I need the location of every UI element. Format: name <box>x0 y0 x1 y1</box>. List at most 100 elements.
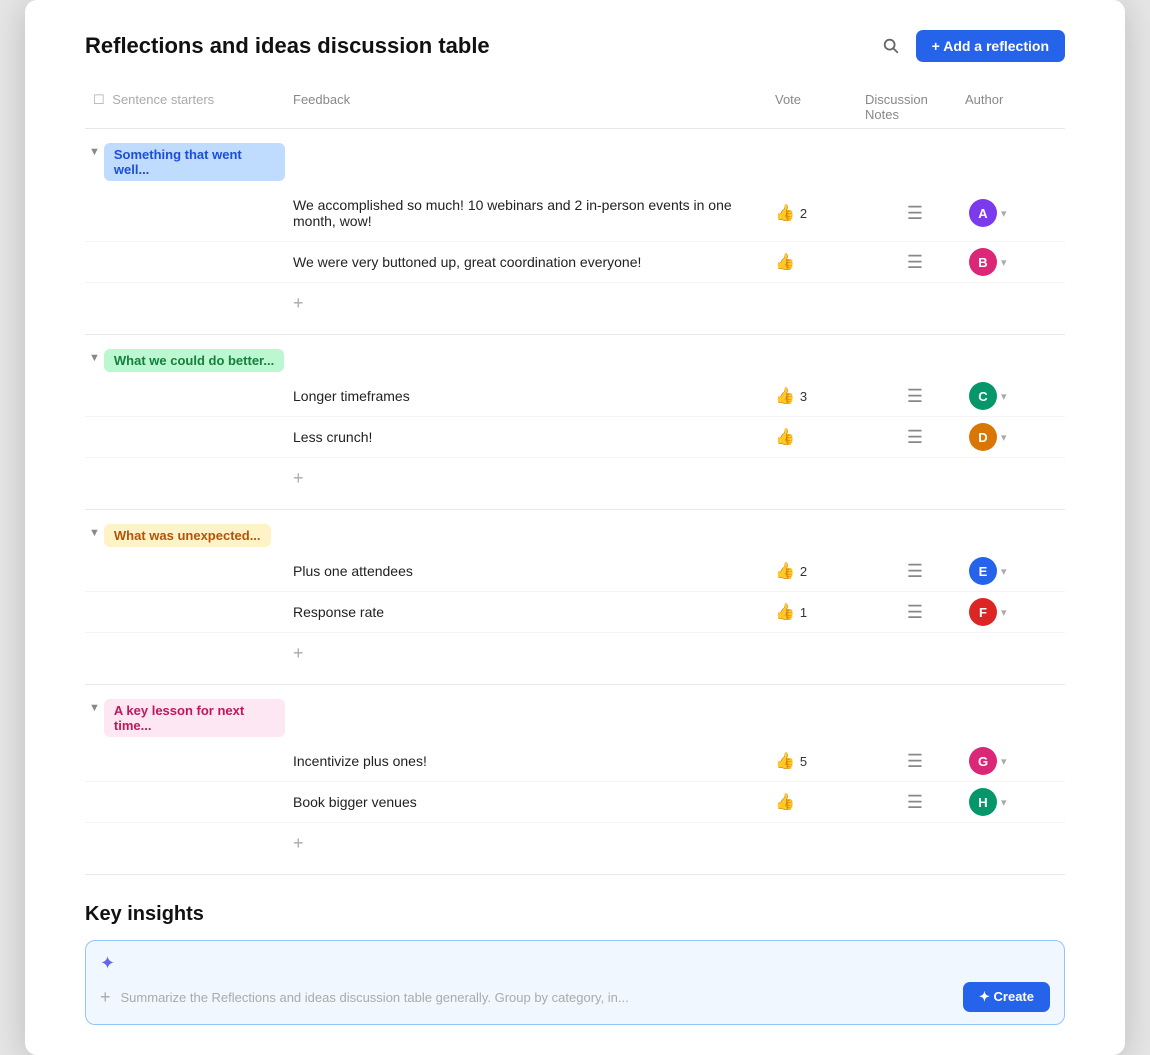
author-chevron-1-1: ▾ <box>1001 431 1007 444</box>
section-label-text-0: Something that went well... <box>104 143 285 181</box>
add-insight-icon[interactable]: + <box>100 987 111 1008</box>
author-chevron-0-0: ▾ <box>1001 207 1007 220</box>
notes-cell-1-0[interactable]: ☰ <box>865 386 965 407</box>
author-cell-2-0[interactable]: E▾ <box>965 557 1065 585</box>
notes-cell-3-0[interactable]: ☰ <box>865 751 965 772</box>
insights-input-box: ✦ + Summarize the Reflections and ideas … <box>85 940 1065 1025</box>
thumbs-up-icon-1-1: 👍 <box>775 427 795 447</box>
chevron-icon-0[interactable]: ▼ <box>89 146 100 158</box>
author-cell-3-0[interactable]: G▾ <box>965 747 1065 775</box>
add-row-2: + <box>85 633 1065 674</box>
col-author: Author <box>965 92 1065 122</box>
add-row-empty-1 <box>85 462 285 495</box>
feedback-row-1-1: Less crunch!👍☰D▾ <box>85 417 1065 458</box>
author-cell-0-1[interactable]: B▾ <box>965 248 1065 276</box>
insights-section: Key insights ✦ + Summarize the Reflectio… <box>85 903 1065 1025</box>
section-label-cell-2: ▼ What was unexpected... <box>85 524 285 547</box>
notes-cell-2-1[interactable]: ☰ <box>865 602 965 623</box>
notes-cell-0-0[interactable]: ☰ <box>865 203 965 224</box>
feedback-text-3-1: Book bigger venues <box>285 786 775 818</box>
col-feedback: Feedback <box>293 92 775 122</box>
vote-count-1-0: 3 <box>800 389 807 404</box>
author-cell-3-1[interactable]: H▾ <box>965 788 1065 816</box>
notes-cell-3-1[interactable]: ☰ <box>865 792 965 813</box>
thumbs-up-icon-3-1: 👍 <box>775 792 795 812</box>
vote-cell-3-1[interactable]: 👍 <box>775 792 865 812</box>
author-cell-1-0[interactable]: C▾ <box>965 382 1065 410</box>
feedback-row-0-0: We accomplished so much! 10 webinars and… <box>85 185 1065 242</box>
avatar-3-1: H <box>969 788 997 816</box>
thumbs-up-icon-3-0: 👍 <box>775 751 795 771</box>
vote-cell-3-0[interactable]: 👍5 <box>775 751 865 771</box>
vote-count-2-1: 1 <box>800 605 807 620</box>
section-2: ▼What was unexpected...Plus one attendee… <box>85 510 1065 685</box>
feedback-text-1-0: Longer timeframes <box>285 380 775 412</box>
chevron-icon-1[interactable]: ▼ <box>89 352 100 364</box>
add-row-3: + <box>85 823 1065 864</box>
feedback-row-3-1: Book bigger venues👍 ☰ H▾ <box>85 782 1065 823</box>
col-discussion-notes: Discussion Notes <box>865 92 965 122</box>
author-chevron-0-1: ▾ <box>1001 256 1007 269</box>
add-feedback-button-0[interactable]: + <box>285 287 1065 320</box>
avatar-1-0: C <box>969 382 997 410</box>
add-row-empty-2 <box>85 637 285 670</box>
vote-cell-0-0[interactable]: 👍2 <box>775 203 865 223</box>
create-button[interactable]: ✦ Create <box>963 982 1050 1012</box>
feedback-row-3-0: Incentivize plus ones!👍5☰G▾ <box>85 741 1065 782</box>
section-label-text-2: What was unexpected... <box>104 524 271 547</box>
feedback-text-1-1: Less crunch! <box>285 421 775 453</box>
thumbs-up-icon-1-0: 👍 <box>775 386 795 406</box>
section-label-cell-0: ▼ Something that went well... <box>85 143 285 181</box>
avatar-2-0: E <box>969 557 997 585</box>
feedback-text-0-1: We were very buttoned up, great coordina… <box>285 246 775 278</box>
vote-cell-2-0[interactable]: 👍2 <box>775 561 865 581</box>
add-row-empty-3 <box>85 827 285 860</box>
author-cell-0-0[interactable]: A▾ <box>965 199 1065 227</box>
avatar-1-1: D <box>969 423 997 451</box>
add-feedback-button-3[interactable]: + <box>285 827 1065 860</box>
author-chevron-2-1: ▾ <box>1001 606 1007 619</box>
section-1: ▼ What we could do better...Longer timefr… <box>85 335 1065 510</box>
vote-count-2-0: 2 <box>800 564 807 579</box>
thumbs-up-icon-2-1: 👍 <box>775 602 795 622</box>
section-label-row-3: ▼ A key lesson for next time... <box>85 695 1065 741</box>
section-label-text-1: What we could do better... <box>104 349 284 372</box>
thumbs-up-icon-2-0: 👍 <box>775 561 795 581</box>
notes-icon-0-0: ☰ <box>907 203 923 224</box>
notes-icon-2-1: ☰ <box>907 602 923 623</box>
vote-cell-2-1[interactable]: 👍1 <box>775 602 865 622</box>
sections-container: ▼ Something that went well... We accomplis… <box>85 129 1065 875</box>
feedback-row-2-0: Plus one attendees👍2☰E▾ <box>85 551 1065 592</box>
vote-cell-1-0[interactable]: 👍3 <box>775 386 865 406</box>
add-reflection-button[interactable]: + Add a reflection <box>916 30 1065 62</box>
insights-title: Key insights <box>85 903 1065 926</box>
author-cell-1-1[interactable]: D▾ <box>965 423 1065 451</box>
search-icon <box>882 37 900 55</box>
chevron-icon-3[interactable]: ▼ <box>89 702 100 714</box>
vote-cell-1-1[interactable]: 👍 <box>775 427 865 447</box>
add-feedback-button-1[interactable]: + <box>285 462 1065 495</box>
section-label-text-3: A key lesson for next time... <box>104 699 285 737</box>
feedback-row-1-0: Longer timeframes👍3☰C▾ <box>85 376 1065 417</box>
notes-icon-3-1: ☰ <box>907 792 923 813</box>
author-chevron-2-0: ▾ <box>1001 565 1007 578</box>
notes-cell-0-1[interactable]: ☰ <box>865 252 965 273</box>
search-button[interactable] <box>876 31 906 61</box>
thumbs-up-icon-0-1: 👍 <box>775 252 795 272</box>
notes-cell-1-1[interactable]: ☰ <box>865 427 965 448</box>
vote-cell-0-1[interactable]: 👍 <box>775 252 865 272</box>
author-chevron-3-0: ▾ <box>1001 755 1007 768</box>
chevron-icon-2[interactable]: ▼ <box>89 527 100 539</box>
vote-count-3-0: 5 <box>800 754 807 769</box>
notes-icon-0-1: ☰ <box>907 252 923 273</box>
vote-count-0-0: 2 <box>800 206 807 221</box>
avatar-0-1: B <box>969 248 997 276</box>
col-vote: Vote <box>775 92 865 122</box>
insights-top-row: ✦ <box>100 953 1050 974</box>
feedback-row-2-1: Response rate👍1☰F▾ <box>85 592 1065 633</box>
add-feedback-button-2[interactable]: + <box>285 637 1065 670</box>
thumbs-up-icon-0-0: 👍 <box>775 203 795 223</box>
author-cell-2-1[interactable]: F▾ <box>965 598 1065 626</box>
notes-cell-2-0[interactable]: ☰ <box>865 561 965 582</box>
notes-icon-2-0: ☰ <box>907 561 923 582</box>
